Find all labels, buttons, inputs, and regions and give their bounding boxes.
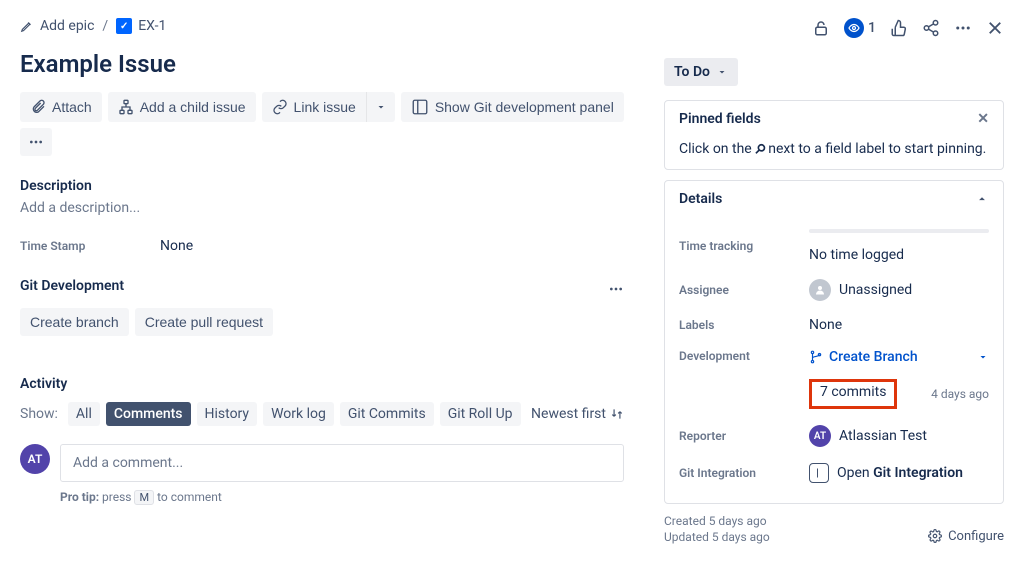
chevron-down-icon <box>716 66 728 78</box>
reporter-value: Atlassian Test <box>839 428 927 444</box>
paperclip-icon <box>30 99 46 115</box>
assignee-field[interactable]: Unassigned <box>809 279 989 301</box>
issue-key-link[interactable]: ✓ EX-1 <box>116 18 166 34</box>
reporter-label: Reporter <box>679 429 809 443</box>
description-label: Description <box>20 178 624 194</box>
open-git-integration-link[interactable]: Open Git Integration <box>837 465 963 481</box>
pinned-fields-hint: Click on the ⚲ next to a field label to … <box>665 137 1003 169</box>
gear-icon <box>928 529 942 543</box>
time-tracking-bar[interactable] <box>809 229 989 233</box>
more-actions-button[interactable] <box>954 19 972 37</box>
time-tracking-value: No time logged <box>809 247 904 263</box>
details-toggle[interactable]: Details <box>665 181 1003 217</box>
sort-label: Newest first <box>531 406 606 422</box>
development-label: Development <box>679 349 809 363</box>
tab-work-log[interactable]: Work log <box>263 402 334 426</box>
created-meta: Created 5 days ago <box>664 514 1004 528</box>
link-icon <box>272 99 288 115</box>
chevron-down-icon <box>375 101 387 113</box>
more-icon <box>28 134 44 150</box>
breadcrumb: Add epic / ✓ EX-1 <box>20 18 166 34</box>
activity-tabs: Show: All Comments History Work log Git … <box>20 402 521 426</box>
updated-meta: Updated 5 days ago <box>664 530 770 544</box>
pinned-fields-title: Pinned fields <box>679 111 761 127</box>
link-issue-dropdown[interactable] <box>366 92 395 122</box>
show-git-panel-button[interactable]: Show Git development panel <box>401 92 624 122</box>
link-issue-button[interactable]: Link issue <box>262 92 366 122</box>
create-branch-button[interactable]: Create branch <box>20 308 129 336</box>
toolbar-more-button[interactable] <box>20 128 52 156</box>
chevron-down-icon[interactable] <box>977 351 989 363</box>
add-child-issue-button[interactable]: Add a child issue <box>108 92 256 122</box>
user-avatar: AT <box>20 444 50 474</box>
breadcrumb-separator: / <box>102 18 108 34</box>
unassigned-avatar-icon <box>809 279 831 301</box>
timestamp-field-label: Time Stamp <box>20 239 160 253</box>
sort-icon <box>610 407 624 421</box>
show-git-panel-label: Show Git development panel <box>435 99 614 115</box>
assignee-label: Assignee <box>679 283 809 297</box>
timestamp-field-value[interactable]: None <box>160 238 193 254</box>
link-issue-label: Link issue <box>294 99 356 115</box>
issue-type-icon: ✓ <box>116 18 132 34</box>
show-label: Show: <box>20 406 58 422</box>
details-title: Details <box>679 191 722 207</box>
more-icon <box>608 281 624 297</box>
commits-age: 4 days ago <box>931 387 989 401</box>
tab-comments[interactable]: Comments <box>106 402 191 426</box>
configure-button[interactable]: Configure <box>928 529 1004 544</box>
child-tree-icon <box>118 99 134 115</box>
tab-git-commits[interactable]: Git Commits <box>340 402 434 426</box>
close-button[interactable] <box>986 19 1004 37</box>
like-button[interactable] <box>890 19 908 37</box>
share-button[interactable] <box>922 19 940 37</box>
create-pull-request-button[interactable]: Create pull request <box>135 308 273 336</box>
tab-all[interactable]: All <box>68 402 100 426</box>
sort-toggle[interactable]: Newest first <box>531 406 624 422</box>
add-comment-input[interactable]: Add a comment... <box>60 444 624 482</box>
lock-icon[interactable] <box>812 19 830 37</box>
issue-key-label: EX-1 <box>138 18 166 34</box>
activity-label: Activity <box>20 376 624 392</box>
git-panel-icon <box>411 98 429 116</box>
reporter-avatar: AT <box>809 425 831 447</box>
create-branch-link[interactable]: Create Branch <box>809 349 918 365</box>
add-epic-link[interactable]: Add epic <box>20 18 94 34</box>
configure-label: Configure <box>948 529 1004 544</box>
details-panel: Details Time tracking No time logged Ass… <box>664 180 1004 504</box>
pencil-icon <box>20 19 34 33</box>
comment-protip: Pro tip: press M to comment <box>60 490 624 505</box>
issue-toolbar: Attach Add a child issue Link issue Show… <box>20 92 624 156</box>
labels-field[interactable]: None <box>809 317 989 333</box>
add-epic-label: Add epic <box>40 18 94 34</box>
labels-label: Labels <box>679 318 809 332</box>
tab-history[interactable]: History <box>197 402 258 426</box>
branch-icon <box>809 350 823 364</box>
pinned-close-button[interactable]: ✕ <box>977 111 989 127</box>
commits-count-highlight[interactable]: 7 commits <box>809 379 897 409</box>
attach-label: Attach <box>52 99 92 115</box>
status-value: To Do <box>674 64 710 80</box>
watch-button[interactable]: 1 <box>844 18 876 38</box>
pinned-fields-panel: Pinned fields ✕ Click on the ⚲ next to a… <box>664 100 1004 170</box>
git-integration-label: Git Integration <box>679 466 809 480</box>
status-dropdown[interactable]: To Do <box>664 58 738 86</box>
add-child-label: Add a child issue <box>140 99 246 115</box>
description-field[interactable]: Add a description... <box>20 200 624 216</box>
issue-title[interactable]: Example Issue <box>20 50 624 78</box>
git-development-more[interactable] <box>608 281 624 297</box>
git-development-label: Git Development <box>20 278 124 294</box>
tab-git-rollup[interactable]: Git Roll Up <box>440 402 521 426</box>
watch-count: 1 <box>868 20 876 36</box>
git-integration-icon <box>809 463 829 483</box>
eye-icon <box>844 18 864 38</box>
chevron-up-icon <box>975 192 989 206</box>
reporter-field[interactable]: AT Atlassian Test <box>809 425 989 447</box>
attach-button[interactable]: Attach <box>20 92 102 122</box>
assignee-value: Unassigned <box>839 282 912 298</box>
time-tracking-label: Time tracking <box>679 239 809 253</box>
